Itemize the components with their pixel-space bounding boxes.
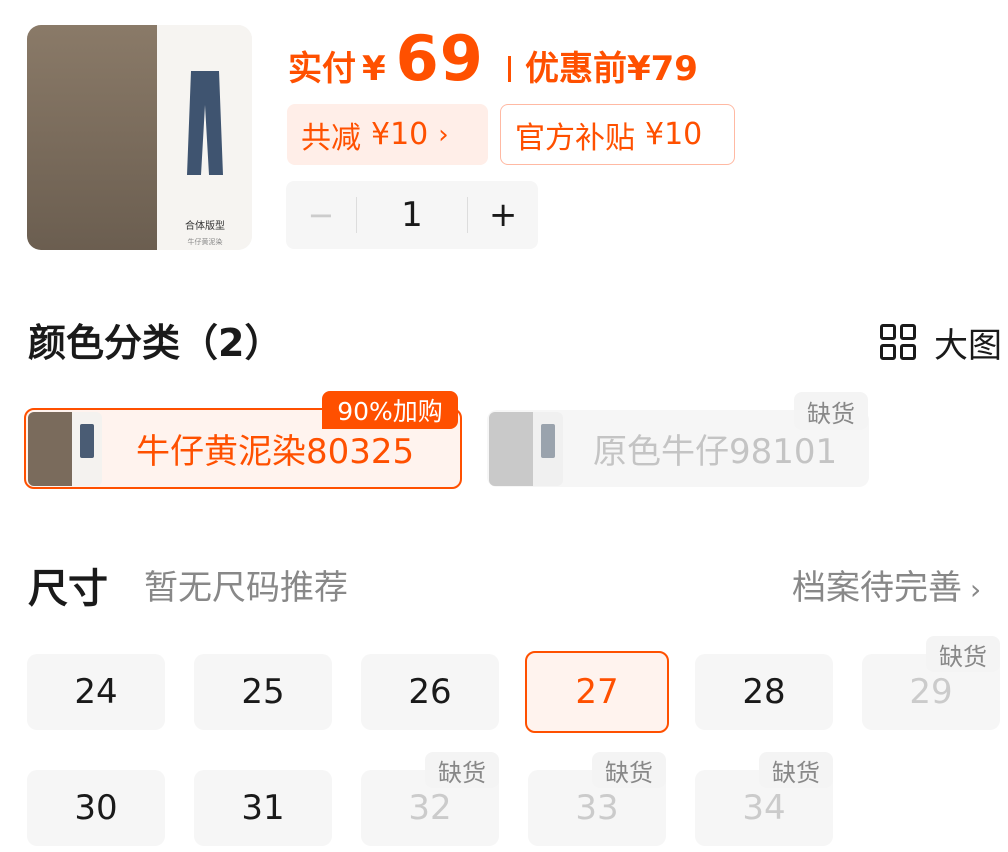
- out-of-stock-badge: 缺货: [794, 392, 868, 430]
- model-photo: [27, 25, 157, 250]
- out-of-stock-badge: 缺货: [759, 752, 833, 788]
- size-section-title: 尺寸: [28, 566, 108, 612]
- quantity-stepper: − 1 +: [286, 181, 538, 249]
- color-thumbnail: [28, 411, 102, 486]
- total-discount-chip[interactable]: 共减 ¥10 ›: [287, 104, 488, 165]
- color-option-name: 原色牛仔98101: [593, 432, 838, 472]
- out-of-stock-badge: 缺货: [425, 752, 499, 788]
- size-option-25[interactable]: 25: [194, 654, 332, 730]
- price-row: 实付 ¥ 69 优惠前 ¥79: [288, 22, 698, 95]
- subsidy-value: ¥10: [645, 117, 703, 152]
- increment-button[interactable]: +: [468, 195, 538, 235]
- chevron-right-icon: ›: [438, 119, 449, 150]
- popularity-badge: 90%加购: [322, 391, 458, 429]
- subsidy-label: 官方补贴: [515, 120, 635, 156]
- color-section-title: 颜色分类（2）: [28, 321, 283, 365]
- decrement-button[interactable]: −: [286, 196, 356, 234]
- original-price: ¥79: [626, 49, 698, 89]
- price-divider: [507, 56, 511, 82]
- size-option-31[interactable]: 31: [194, 770, 332, 846]
- paid-price: 69: [395, 22, 484, 95]
- big-image-view-button[interactable]: 大图: [880, 318, 1002, 367]
- size-recommendation-hint: 暂无尺码推荐: [144, 568, 348, 608]
- size-option-27[interactable]: 27: [525, 651, 669, 733]
- size-option-24[interactable]: 24: [27, 654, 165, 730]
- size-option-26[interactable]: 26: [361, 654, 499, 730]
- total-discount-label: 共减: [301, 120, 361, 156]
- profile-link-label: 档案待完善: [792, 568, 962, 608]
- quantity-value[interactable]: 1: [357, 195, 467, 235]
- original-price-label: 优惠前: [524, 49, 627, 89]
- paid-label: 实付: [288, 49, 356, 89]
- size-option-30[interactable]: 30: [27, 770, 165, 846]
- out-of-stock-badge: 缺货: [592, 752, 666, 788]
- total-discount-value: ¥10: [371, 117, 429, 152]
- thumb-caption-color: 牛仔黄泥染: [187, 238, 223, 246]
- big-image-label: 大图: [934, 326, 1002, 366]
- size-option-28[interactable]: 28: [695, 654, 833, 730]
- thumb-caption-fit: 合体版型: [185, 221, 225, 232]
- grid-icon: [880, 323, 918, 362]
- out-of-stock-badge: 缺货: [926, 636, 1000, 672]
- profile-incomplete-link[interactable]: 档案待完善 ›: [792, 560, 981, 609]
- currency-symbol: ¥: [362, 49, 386, 89]
- official-subsidy-chip: 官方补贴 ¥10: [500, 104, 735, 165]
- chevron-right-icon: ›: [970, 573, 982, 606]
- color-thumbnail: [489, 411, 563, 486]
- product-thumbnail[interactable]: 合体版型 牛仔黄泥染: [27, 25, 252, 250]
- color-option-name: 牛仔黄泥染80325: [136, 432, 415, 472]
